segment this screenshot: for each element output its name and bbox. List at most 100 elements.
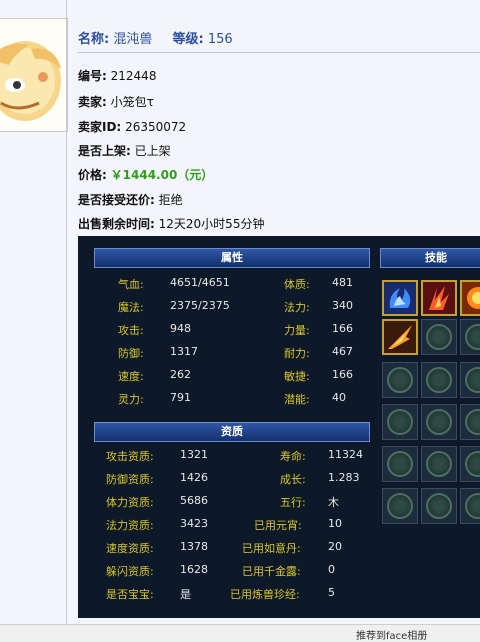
stat-value: 166 xyxy=(332,368,353,381)
empty-skill-slot[interactable] xyxy=(460,404,480,440)
aptitude-label: 躲闪资质: xyxy=(106,565,154,578)
stat-label: 气血: xyxy=(118,278,144,291)
attributes-header: 属性 xyxy=(94,248,370,268)
aptitude-label: 已用千金露: xyxy=(242,565,301,578)
info-value: 212448 xyxy=(110,69,157,83)
aptitude-value: 11324 xyxy=(328,448,363,461)
aptitude-header: 资质 xyxy=(94,422,370,442)
page: 名称: 混沌兽 等级: 156 编号: 212448 卖家: 小笼包τ 卖家ID… xyxy=(0,0,480,642)
aptitude-label: 攻击资质: xyxy=(106,450,154,463)
skills-header: 技能 xyxy=(380,248,480,268)
empty-skill-slot[interactable] xyxy=(421,319,457,355)
aptitude-label: 体力资质: xyxy=(106,496,154,509)
info-label: 编号: xyxy=(78,69,107,83)
aptitude-label: 是否宝宝: xyxy=(106,588,154,601)
pet-header: 名称: 混沌兽 等级: 156 xyxy=(78,28,249,47)
aptitude-value: 5686 xyxy=(180,494,208,507)
stat-value: 791 xyxy=(170,391,191,404)
aptitude-value: 5 xyxy=(328,586,335,599)
stat-value: 1317 xyxy=(170,345,198,358)
aptitude-value: 木 xyxy=(328,496,339,509)
aptitude-value: 1378 xyxy=(180,540,208,553)
aptitude-label: 法力资质: xyxy=(106,519,154,532)
info-label: 是否上架: xyxy=(78,144,131,158)
pet-portrait-icon xyxy=(0,19,67,131)
info-bargain: 是否接受还价: 拒绝 xyxy=(78,191,183,208)
empty-skill-slot[interactable] xyxy=(382,446,418,482)
stat-value: 4651/4651 xyxy=(170,276,230,289)
info-seller-id: 卖家ID: 26350072 xyxy=(78,118,186,135)
aptitude-label: 已用元宵: xyxy=(254,519,302,532)
stat-label: 体质: xyxy=(284,278,310,291)
info-label: 价格: xyxy=(78,168,107,182)
aptitude-value: 1321 xyxy=(180,448,208,461)
info-value: 拒绝 xyxy=(158,193,183,207)
info-remaining-time: 出售剩余时间: 12天20小时55分钟 xyxy=(78,215,264,232)
info-label: 出售剩余时间: xyxy=(78,217,155,231)
empty-skill-slot[interactable] xyxy=(421,446,457,482)
stat-label: 灵力: xyxy=(118,393,144,406)
aptitude-value: 1426 xyxy=(180,471,208,484)
aptitude-label: 已用如意丹: xyxy=(242,542,301,555)
empty-skill-slot[interactable] xyxy=(421,488,457,524)
info-seller: 卖家: 小笼包τ xyxy=(78,93,154,110)
aptitude-value: 3423 xyxy=(180,517,208,530)
info-id: 编号: 212448 xyxy=(78,67,156,84)
stat-label: 敏捷: xyxy=(284,370,310,383)
stat-value: 262 xyxy=(170,368,191,381)
stat-label: 潜能: xyxy=(284,393,310,406)
aptitude-label: 成长: xyxy=(280,473,306,486)
name-label: 名称: xyxy=(78,32,110,47)
stat-value: 40 xyxy=(332,391,346,404)
info-price: 价格: ￥1444.00（元） xyxy=(78,166,213,183)
aptitude-value: 是 xyxy=(180,588,191,601)
divider-horizontal xyxy=(78,52,480,53)
empty-skill-slot[interactable] xyxy=(421,362,457,398)
aptitude-value: 1.283 xyxy=(328,471,360,484)
stat-value: 340 xyxy=(332,299,353,312)
aptitude-value: 20 xyxy=(328,540,342,553)
stat-value: 948 xyxy=(170,322,191,335)
status-bar: 推荐到face相册 xyxy=(0,624,480,642)
divider-vertical xyxy=(66,0,67,640)
empty-skill-slot[interactable] xyxy=(460,362,480,398)
flame-strike-icon[interactable] xyxy=(382,319,418,355)
water-swirl-icon[interactable] xyxy=(382,280,418,316)
aptitude-label: 寿命: xyxy=(280,450,306,463)
aptitude-label: 速度资质: xyxy=(106,542,154,555)
info-value: 已上架 xyxy=(134,144,171,158)
aptitude-label: 已用炼兽珍经: xyxy=(230,588,300,601)
stat-label: 耐力: xyxy=(284,347,310,360)
aptitude-value: 10 xyxy=(328,517,342,530)
pet-stats-panel: 属性 技能 气血: 4651/4651 体质: 481 魔法: 2375/237… xyxy=(78,236,480,618)
pet-avatar[interactable] xyxy=(0,18,68,132)
level-label: 等级: xyxy=(172,32,204,47)
price-value: ￥1444.00（元） xyxy=(110,168,214,182)
stat-label: 力量: xyxy=(284,324,310,337)
stat-label: 攻击: xyxy=(118,324,144,337)
info-label: 卖家: xyxy=(78,95,107,109)
fire-claw-icon[interactable] xyxy=(421,280,457,316)
pet-name: 混沌兽 xyxy=(113,32,153,47)
fire-orb-icon[interactable] xyxy=(460,280,480,316)
empty-skill-slot[interactable] xyxy=(382,488,418,524)
empty-skill-slot[interactable] xyxy=(460,488,480,524)
info-value: 26350072 xyxy=(125,120,187,134)
stat-value: 481 xyxy=(332,276,353,289)
aptitude-label: 防御资质: xyxy=(106,473,154,486)
info-listed: 是否上架: 已上架 xyxy=(78,142,171,159)
aptitude-label: 五行: xyxy=(280,496,306,509)
stat-value: 467 xyxy=(332,345,353,358)
info-value: 12天20小时55分钟 xyxy=(158,217,265,231)
stat-label: 防御: xyxy=(118,347,144,360)
stat-label: 魔法: xyxy=(118,301,144,314)
empty-skill-slot[interactable] xyxy=(421,404,457,440)
empty-skill-slot[interactable] xyxy=(382,404,418,440)
stat-value: 166 xyxy=(332,322,353,335)
empty-skill-slot[interactable] xyxy=(460,446,480,482)
info-value: 小笼包τ xyxy=(110,95,154,109)
empty-skill-slot[interactable] xyxy=(382,362,418,398)
empty-skill-slot[interactable] xyxy=(460,319,480,355)
stat-value: 2375/2375 xyxy=(170,299,230,312)
aptitude-value: 0 xyxy=(328,563,335,576)
